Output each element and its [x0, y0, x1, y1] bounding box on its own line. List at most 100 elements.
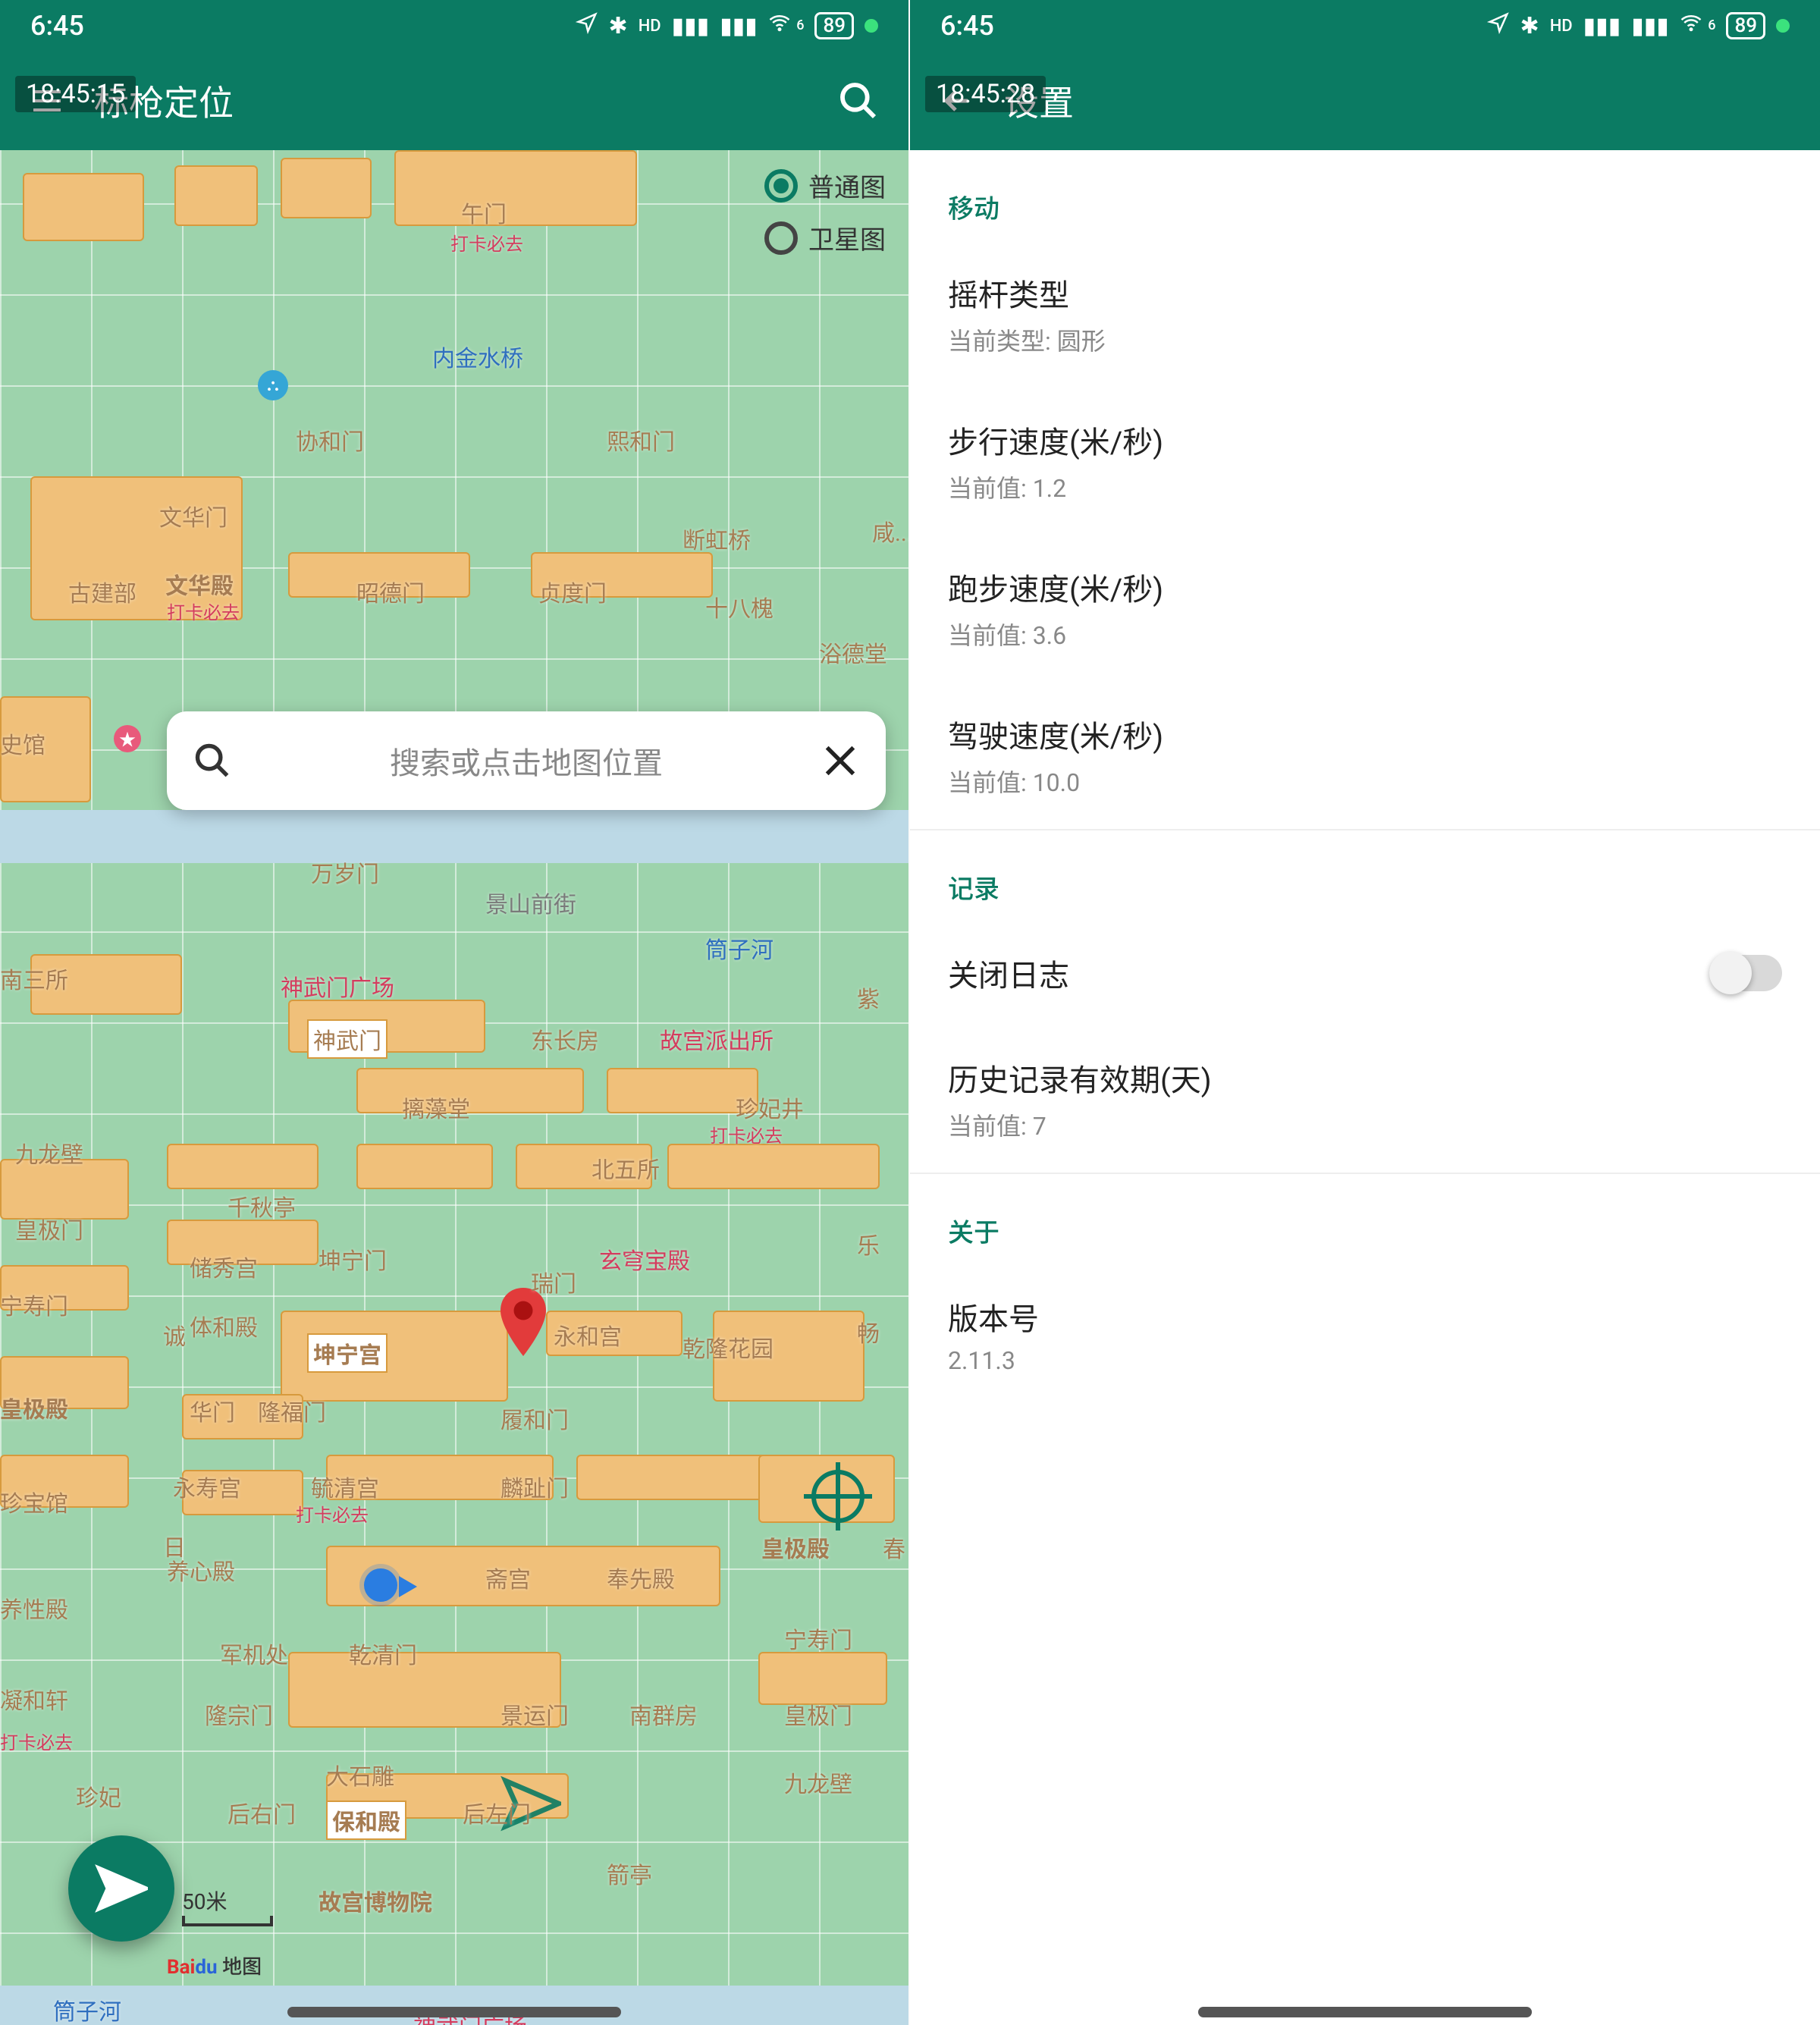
map-label: 故宫派出所 [660, 1022, 774, 1056]
search-icon[interactable] [831, 74, 886, 128]
map-label: 筒子河 [53, 1993, 121, 2025]
map-label: 皇极门 [784, 1697, 852, 1731]
map-label: 神武门广场 [281, 969, 394, 1003]
setting-title: 版本号 [948, 1295, 1782, 1339]
map-label: 断虹桥 [682, 522, 751, 555]
setting-sub: 2.11.3 [948, 1346, 1782, 1375]
map-label: 乾隆花园 [682, 1330, 774, 1364]
map-label: 东长房 [531, 1022, 599, 1056]
signal-icon-1: ▮▮▮ [672, 13, 710, 39]
map-label: 皇极殿 [0, 1391, 68, 1424]
setting-history-days[interactable]: 历史记录有效期(天) 当前值: 7 [910, 1025, 1820, 1173]
section-about: 关于 [910, 1174, 1820, 1264]
setting-run-speed[interactable]: 跑步速度(米/秒) 当前值: 3.6 [910, 535, 1820, 682]
map-label: 千秋亭 [228, 1189, 296, 1223]
map-label: 军机处 [220, 1637, 288, 1670]
setting-drive-speed[interactable]: 驾驶速度(米/秒) 当前值: 10.0 [910, 682, 1820, 829]
map-label: 珍妃井 [736, 1091, 804, 1124]
amenity-icon[interactable]: ⛬ [258, 370, 288, 400]
map-label: 景运门 [500, 1697, 569, 1731]
map-label: 永寿宫 [173, 1470, 241, 1503]
setting-log-off[interactable]: 关闭日志 [910, 921, 1820, 1025]
map-label: 后左门 [463, 1796, 531, 1829]
wifi-icon: 6 [1680, 11, 1716, 40]
map-label: 永和宫 [554, 1318, 622, 1352]
setting-sub: 当前类型: 圆形 [948, 322, 1782, 357]
favorite-star-icon[interactable]: ★ [114, 725, 141, 752]
nav-handle[interactable] [1198, 2007, 1532, 2017]
map-label: 南群房 [629, 1697, 698, 1731]
map-label-punch: 打卡必去 [167, 598, 240, 624]
map-label: 乐 [857, 1227, 880, 1261]
map-canvas[interactable]: 普通图 卫星图 ⛬ ★ 搜索或点击地图位置 [0, 150, 908, 2025]
map-label: 贞度门 [538, 575, 607, 608]
map-label: 乾清门 [349, 1637, 417, 1670]
map-type-selector: 普通图 卫星图 [764, 167, 886, 256]
setting-walk-speed[interactable]: 步行速度(米/秒) 当前值: 1.2 [910, 388, 1820, 535]
app-bar-map: 标枪定位 [0, 52, 908, 150]
map-label: 文华门 [159, 499, 228, 532]
map-label: 摛藻堂 [402, 1091, 470, 1124]
map-label: 紫 [857, 981, 880, 1014]
map-label: 体和殿 [190, 1309, 258, 1342]
map-label: 昭德门 [356, 575, 425, 608]
map-label: 大石雕 [326, 1758, 394, 1791]
map-label: 故宫博物院 [318, 1884, 432, 1917]
river-band [0, 810, 908, 863]
map-label: 景山前街 [485, 886, 576, 919]
privacy-dot-icon [1776, 19, 1790, 33]
map-type-satellite-label: 卫星图 [808, 219, 886, 256]
screen-settings: 6:45 ✱ HD ▮▮▮ ▮▮▮ 6 89 设置 18:45:28 移动 摇杆 [910, 0, 1820, 2025]
my-location-icon[interactable] [364, 1568, 397, 1602]
toggle-off[interactable] [1709, 955, 1782, 991]
app-bar-settings: 设置 [910, 52, 1820, 150]
setting-joystick[interactable]: 摇杆类型 当前类型: 圆形 [910, 240, 1820, 388]
bluetooth-icon: ✱ [1520, 13, 1539, 39]
setting-title: 驾驶速度(米/秒) [948, 712, 1782, 756]
nav-handle[interactable] [287, 2007, 621, 2017]
map-label: 文华殿 [165, 567, 234, 601]
map-label-punch: 打卡必去 [296, 1500, 369, 1527]
map-label: 内金水桥 [432, 340, 523, 373]
battery-level: 89 [814, 12, 854, 39]
setting-title: 历史记录有效期(天) [948, 1056, 1782, 1100]
search-pill[interactable]: 搜索或点击地图位置 [167, 711, 886, 810]
status-clock: 6:45 [30, 10, 84, 42]
map-label: 熙和门 [607, 423, 675, 457]
map-label: 北五所 [592, 1151, 660, 1185]
map-label: 南三所 [0, 962, 68, 995]
timestamp-overlay: 18:45:15 [15, 76, 136, 112]
settings-list[interactable]: 移动 摇杆类型 当前类型: 圆形 步行速度(米/秒) 当前值: 1.2 跑步速度… [910, 150, 1820, 2025]
map-label: 瑞门 [531, 1265, 576, 1298]
status-bar: 6:45 ✱ HD ▮▮▮ ▮▮▮ 6 89 [0, 0, 908, 52]
section-move: 移动 [910, 150, 1820, 240]
wifi-icon: 6 [768, 11, 805, 40]
search-placeholder: 搜索或点击地图位置 [232, 739, 821, 783]
radio-selected-icon [764, 169, 798, 202]
setting-title: 跑步速度(米/秒) [948, 565, 1782, 609]
map-label: 午门 [461, 196, 507, 229]
map-label: 养心殿 [167, 1553, 235, 1587]
map-label-punch: 打卡必去 [0, 1728, 73, 1754]
bluetooth-icon: ✱ [609, 13, 628, 39]
setting-version[interactable]: 版本号 2.11.3 [910, 1264, 1820, 1405]
map-type-satellite[interactable]: 卫星图 [764, 219, 886, 256]
map-label: 珍宝馆 [0, 1485, 68, 1518]
crosshair-icon[interactable] [811, 1470, 864, 1523]
map-label: 储秀宫 [190, 1250, 258, 1283]
close-icon[interactable] [821, 741, 860, 780]
map-label: 养性殿 [0, 1591, 68, 1625]
map-label: 春 [883, 1531, 905, 1564]
map-label: 九龙壁 [15, 1136, 83, 1169]
section-record: 记录 [910, 830, 1820, 921]
map-label: 隆福门 [258, 1394, 326, 1427]
radio-unselected-icon [764, 221, 798, 255]
map-label: 十八槐 [705, 590, 774, 623]
map-type-normal[interactable]: 普通图 [764, 167, 886, 204]
map-label: 协和门 [296, 423, 364, 457]
map-label: 古建部 [68, 575, 136, 608]
setting-title: 摇杆类型 [948, 271, 1782, 315]
setting-sub: 当前值: 10.0 [948, 764, 1782, 799]
signal-icon-2: ▮▮▮ [720, 13, 758, 39]
send-fab[interactable] [68, 1835, 174, 1942]
